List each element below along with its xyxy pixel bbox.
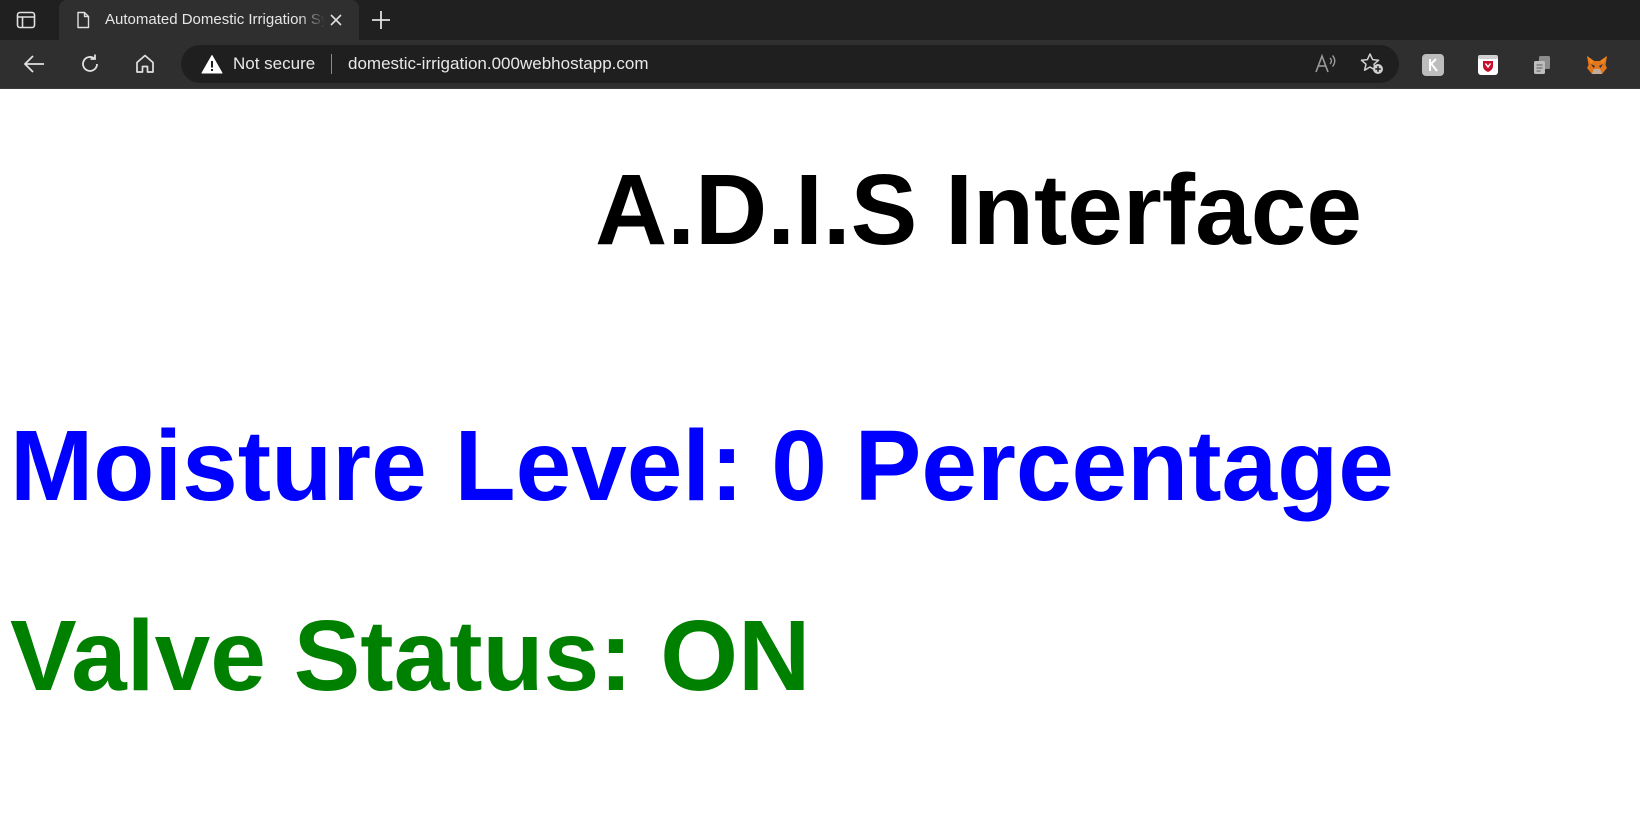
address-divider <box>331 54 332 74</box>
extension-grey-icon[interactable] <box>1421 53 1445 77</box>
read-aloud-icon[interactable] <box>1314 53 1338 75</box>
moisture-level-readout: Moisture Level: 0 Percentage <box>10 410 1394 522</box>
browser-chrome: Automated Domestic Irrigation System <box>0 0 1640 89</box>
tab-bar: Automated Domestic Irrigation System <box>0 0 1640 40</box>
plus-icon[interactable] <box>369 8 393 32</box>
page-content: A.D.I.S Interface Moisture Level: 0 Perc… <box>0 89 1640 836</box>
reload-icon[interactable] <box>77 51 103 77</box>
warning-icon[interactable] <box>201 54 223 74</box>
extension-fox-icon[interactable] <box>1585 53 1609 77</box>
page-title: A.D.I.S Interface <box>595 154 1362 266</box>
tab-active[interactable]: Automated Domestic Irrigation System <box>59 0 359 40</box>
url-text[interactable]: domestic-irrigation.000webhostapp.com <box>348 54 649 74</box>
toolbar: Not secure domestic-irrigation.000webhos… <box>0 40 1640 89</box>
valve-status-readout: Valve Status: ON <box>10 600 811 712</box>
tab-actions-icon[interactable] <box>14 9 38 31</box>
close-icon[interactable] <box>327 11 345 29</box>
address-bar[interactable]: Not secure domestic-irrigation.000webhos… <box>181 45 1399 83</box>
star-plus-icon[interactable] <box>1359 52 1385 76</box>
tab-title: Automated Domestic Irrigation System <box>105 11 325 28</box>
back-arrow-icon[interactable] <box>21 51 47 77</box>
security-status-label[interactable]: Not secure <box>233 54 315 74</box>
home-icon[interactable] <box>132 51 158 77</box>
extension-red-shield-icon[interactable] <box>1476 53 1500 77</box>
page-icon <box>74 11 92 29</box>
extension-copy-icon[interactable] <box>1530 53 1554 77</box>
